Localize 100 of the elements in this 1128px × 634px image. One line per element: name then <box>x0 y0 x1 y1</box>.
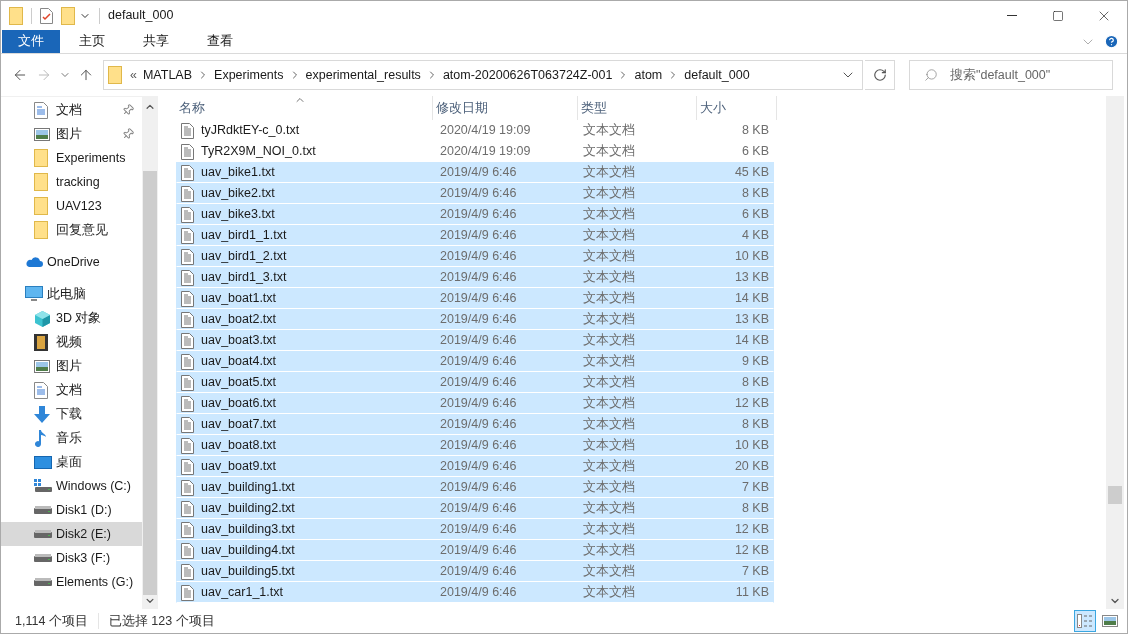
nav-item[interactable]: 视频 <box>1 330 142 354</box>
modified-date: 2019/4/9 6:46 <box>439 185 518 203</box>
scroll-thumb[interactable] <box>143 170 157 596</box>
column-header[interactable]: 类型 <box>578 96 697 120</box>
nav-item[interactable]: Windows (C:) <box>1 474 142 498</box>
file-row[interactable]: uav_building4.txt 2019/4/9 6:46 文本文档 12 KB <box>176 540 774 561</box>
file-name: uav_boat8.txt <box>201 437 277 455</box>
nav-item[interactable]: tracking <box>1 170 142 194</box>
nav-label: 音乐 <box>56 429 82 447</box>
properties-icon[interactable] <box>40 7 53 24</box>
nav-item[interactable]: 下载 <box>1 402 142 426</box>
ribbon-tab[interactable]: 共享 <box>127 30 185 53</box>
file-type: 文本文档 <box>582 164 637 182</box>
file-row[interactable]: uav_bike2.txt 2019/4/9 6:46 文本文档 8 KB <box>176 183 774 204</box>
file-size: 6 KB <box>740 206 770 224</box>
file-row[interactable]: uav_bike3.txt 2019/4/9 6:46 文本文档 6 KB <box>176 204 774 225</box>
file-row[interactable]: uav_bird1_3.txt 2019/4/9 6:46 文本文档 13 KB <box>176 267 774 288</box>
file-name: uav_boat9.txt <box>201 458 277 476</box>
column-header[interactable]: 名称 <box>176 96 433 120</box>
details-view-button[interactable] <box>1074 610 1096 632</box>
file-row[interactable]: uav_boat3.txt 2019/4/9 6:46 文本文档 14 KB <box>176 330 774 351</box>
nav-label: 文档 <box>56 381 82 399</box>
file-row[interactable]: uav_building1.txt 2019/4/9 6:46 文本文档 7 KB <box>176 477 774 498</box>
breadcrumb-item[interactable]: MATLAB <box>142 65 193 85</box>
refresh-button[interactable] <box>865 60 895 90</box>
file-row[interactable]: uav_boat7.txt 2019/4/9 6:46 文本文档 8 KB <box>176 414 774 435</box>
breadcrumb-item[interactable]: atom <box>634 65 663 85</box>
file-type: 文本文档 <box>582 584 637 602</box>
folder-icon <box>9 6 23 25</box>
file-row[interactable]: uav_boat9.txt 2019/4/9 6:46 文本文档 20 KB <box>176 456 774 477</box>
nav-item[interactable]: 3D 对象 <box>1 306 142 330</box>
file-size: 10 KB <box>733 248 770 266</box>
up-icon[interactable] <box>78 67 94 83</box>
modified-date: 2019/4/9 6:46 <box>439 353 518 371</box>
nav-item[interactable]: Experiments <box>1 146 142 170</box>
nav-item[interactable]: Disk2 (E:) <box>1 522 142 546</box>
nav-item[interactable]: 桌面 <box>1 450 142 474</box>
file-type: 文本文档 <box>582 122 637 140</box>
breadcrumb-overflow[interactable]: « <box>130 65 137 85</box>
nav-item[interactable]: Disk1 (D:) <box>1 498 142 522</box>
nav-item[interactable]: 回复意见 <box>1 218 142 242</box>
file-type: 文本文档 <box>582 143 637 161</box>
file-row[interactable]: uav_bird1_1.txt 2019/4/9 6:46 文本文档 4 KB <box>176 225 774 246</box>
search-field[interactable]: 搜索"default_000" <box>909 60 1113 90</box>
file-type: 文本文档 <box>582 458 637 476</box>
ribbon-tab[interactable]: 文件 <box>2 30 60 53</box>
window-title: default_000 <box>108 7 174 25</box>
nav-item[interactable]: UAV123 <box>1 194 142 218</box>
file-name: uav_car1_1.txt <box>201 584 283 602</box>
nav-item[interactable]: 图片 <box>1 122 142 146</box>
scroll-thumb[interactable] <box>1108 486 1122 504</box>
file-row[interactable]: uav_bird1_2.txt 2019/4/9 6:46 文本文档 10 KB <box>176 246 774 267</box>
file-row[interactable]: uav_boat2.txt 2019/4/9 6:46 文本文档 13 KB <box>176 309 774 330</box>
breadcrumb-item[interactable]: experimental_results <box>305 65 421 85</box>
file-row[interactable]: uav_building2.txt 2019/4/9 6:46 文本文档 8 KB <box>176 498 774 519</box>
nav-item[interactable]: Elements (G:) <box>1 570 142 594</box>
back-icon[interactable] <box>12 67 28 83</box>
folder-icon <box>34 221 48 239</box>
text-file-icon <box>181 500 194 517</box>
search-input[interactable]: 搜索"default_000" <box>950 65 1100 85</box>
scrollbar[interactable] <box>1106 96 1124 609</box>
file-row[interactable]: uav_building5.txt 2019/4/9 6:46 文本文档 7 KB <box>176 561 774 582</box>
file-type: 文本文档 <box>582 500 637 518</box>
text-file-icon <box>181 290 194 307</box>
file-row[interactable]: uav_car1_1.txt 2019/4/9 6:46 文本文档 11 KB <box>176 582 774 603</box>
nav-item[interactable]: OneDrive <box>1 250 142 274</box>
file-row[interactable]: uav_boat5.txt 2019/4/9 6:46 文本文档 8 KB <box>176 372 774 393</box>
breadcrumb-item[interactable]: default_000 <box>684 65 750 85</box>
file-row[interactable]: uav_boat4.txt 2019/4/9 6:46 文本文档 9 KB <box>176 351 774 372</box>
file-size: 45 KB <box>733 164 770 182</box>
film-icon <box>34 333 48 351</box>
music-note-icon <box>34 429 46 447</box>
breadcrumb-item[interactable]: Experiments <box>214 65 284 85</box>
text-file-icon <box>181 143 194 160</box>
file-row[interactable]: uav_bike1.txt 2019/4/9 6:46 文本文档 45 KB <box>176 162 774 183</box>
nav-item[interactable]: 音乐 <box>1 426 142 450</box>
nav-item[interactable]: 此电脑 <box>1 282 142 306</box>
nav-item[interactable]: 文档 <box>1 378 142 402</box>
file-row[interactable]: uav_boat6.txt 2019/4/9 6:46 文本文档 12 KB <box>176 393 774 414</box>
column-header[interactable]: 大小 <box>697 96 777 120</box>
ribbon-tab[interactable]: 主页 <box>63 30 121 53</box>
breadcrumb-item[interactable]: atom-20200626T063724Z-001 <box>442 65 613 85</box>
nav-item[interactable]: 文档 <box>1 98 142 122</box>
modified-date: 2019/4/9 6:46 <box>439 206 518 224</box>
address-field[interactable]: « MATLAB Experiments experimental_results atom-20200626T063724Z-001 atom default_000 <box>103 60 863 90</box>
file-type: 文本文档 <box>582 353 637 371</box>
nav-item[interactable]: Disk3 (F:) <box>1 546 142 570</box>
file-row[interactable]: uav_boat1.txt 2019/4/9 6:46 文本文档 14 KB <box>176 288 774 309</box>
nav-label: Windows (C:) <box>56 477 131 495</box>
ribbon-tab[interactable]: 查看 <box>191 30 249 53</box>
column-header[interactable]: 修改日期 <box>433 96 578 120</box>
file-row[interactable]: uav_boat8.txt 2019/4/9 6:46 文本文档 10 KB <box>176 435 774 456</box>
file-name: uav_building3.txt <box>201 521 295 539</box>
scrollbar[interactable] <box>142 97 158 609</box>
file-name: uav_boat7.txt <box>201 416 277 434</box>
file-row[interactable]: uav_building3.txt 2019/4/9 6:46 文本文档 12 KB <box>176 519 774 540</box>
selection-count: 已选择 123 个项目 <box>108 612 215 630</box>
help-icon[interactable] <box>1104 34 1119 49</box>
nav-item[interactable]: 图片 <box>1 354 142 378</box>
drive-icon <box>34 506 52 514</box>
